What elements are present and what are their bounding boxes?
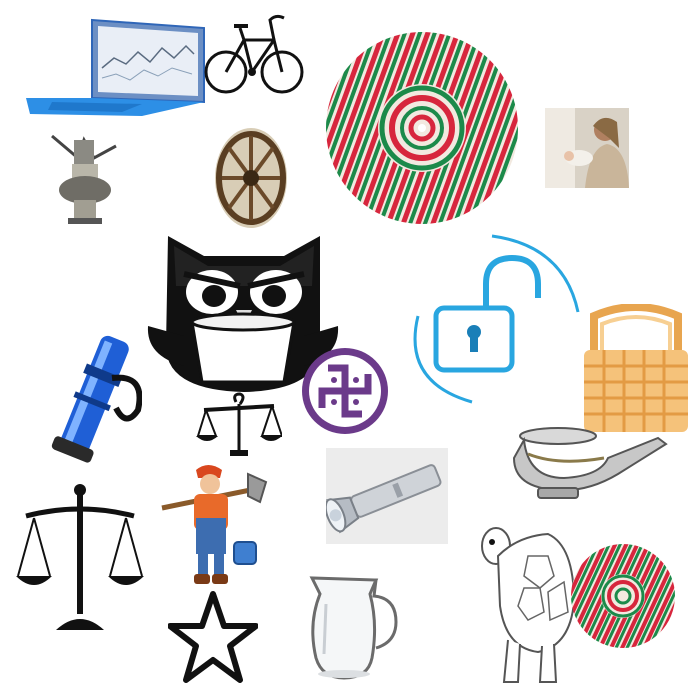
unlock-padlock-icon — [388, 232, 584, 404]
woodcutter-boy-icon — [160, 462, 268, 586]
wicker-basket-icon — [580, 304, 692, 434]
woven-basket-plate-icon — [322, 30, 522, 226]
woven-basket-plate-small-icon — [570, 542, 676, 650]
bicycle-icon — [204, 6, 304, 102]
flashlight-blue-icon — [42, 328, 142, 470]
wagon-wheel-photo — [214, 126, 288, 230]
balance-scale-small-icon — [196, 392, 282, 462]
glass-jug-icon — [304, 574, 402, 682]
balance-scale-large-icon — [16, 482, 144, 632]
oil-lamp-icon — [48, 130, 120, 224]
laptop-icon — [22, 18, 208, 116]
swastika-symbol-icon — [300, 346, 390, 436]
mother-and-baby-photo — [545, 108, 629, 188]
star-outline-icon — [168, 590, 258, 686]
flashlight-silver-photo — [326, 448, 448, 544]
aladdin-lamp-icon — [508, 418, 670, 502]
tortoise-outline-icon — [478, 516, 578, 686]
